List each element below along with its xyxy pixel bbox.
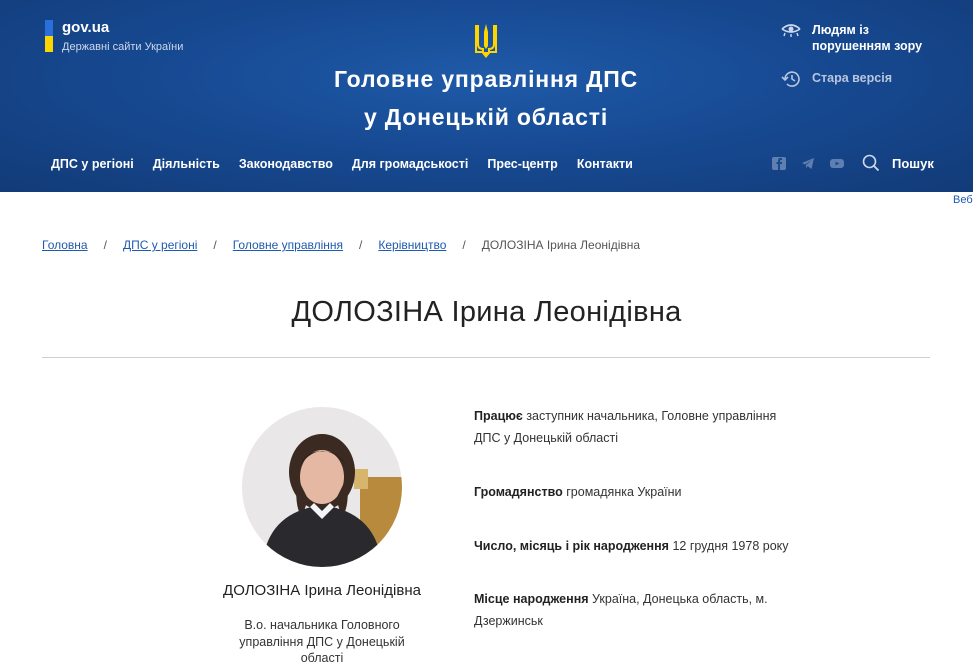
- detail-value: громадянка України: [566, 485, 682, 499]
- history-icon: [781, 71, 800, 87]
- organization-title-line2: у Донецькій області: [363, 104, 609, 130]
- ukraine-flag-icon: [45, 20, 53, 52]
- youtube-icon[interactable]: [830, 157, 844, 170]
- breadcrumb-dps-in-region[interactable]: ДПС у регіоні: [123, 238, 197, 252]
- breadcrumb-current: ДОЛОЗІНА Ірина Леонідівна: [481, 238, 641, 252]
- detail-citizenship: Громадянство громадянка України: [474, 481, 804, 503]
- accessibility-link[interactable]: Людям із порушенням зору: [780, 22, 960, 54]
- organization-title[interactable]: Головне управління ДПС у Донецькій облас…: [286, 60, 686, 136]
- facebook-icon[interactable]: [772, 157, 786, 170]
- detail-label: Працює: [474, 409, 523, 423]
- breadcrumb-home[interactable]: Головна: [42, 238, 88, 252]
- old-version-link-label: Стара версія: [812, 71, 892, 85]
- search-icon: [862, 154, 880, 172]
- eye-icon: [781, 24, 801, 37]
- person-photo: [242, 407, 402, 567]
- breadcrumb-separator: /: [462, 238, 466, 252]
- detail-label: Місце народження: [474, 592, 589, 606]
- social-links: [772, 157, 844, 170]
- detail-workplace: Працює заступник начальника, Головне упр…: [474, 405, 804, 449]
- page-title: ДОЛОЗІНА Ірина Леонідівна: [291, 296, 682, 328]
- gov-ua-title: gov.ua: [62, 19, 110, 36]
- breadcrumb-separator: /: [103, 238, 107, 252]
- site-header: gov.ua Державні сайти України Головне уп…: [0, 0, 973, 192]
- main-navigation: ДПС у регіоні Діяльність Законодавство Д…: [51, 157, 652, 171]
- edge-cut-link[interactable]: Веб: [953, 194, 973, 206]
- search-label: Пошук: [892, 155, 934, 171]
- search-button[interactable]: Пошук: [862, 154, 934, 172]
- detail-birth-date: Число, місяць і рік народження 12 грудня…: [474, 535, 804, 557]
- nav-item-dps-in-region[interactable]: ДПС у регіоні: [51, 157, 134, 171]
- gov-ua-logo[interactable]: gov.ua Державні сайти України: [45, 20, 183, 53]
- detail-label: Число, місяць і рік народження: [474, 539, 669, 553]
- breadcrumb-main-department[interactable]: Головне управління: [233, 238, 343, 252]
- accessibility-link-label: Людям із порушенням зору: [812, 23, 923, 53]
- nav-item-legislation[interactable]: Законодавство: [239, 157, 333, 171]
- gov-ua-subtitle: Державні сайти України: [62, 41, 184, 53]
- breadcrumb-separator: /: [213, 238, 217, 252]
- detail-label: Громадянство: [474, 485, 563, 499]
- breadcrumb: Головна / ДПС у регіоні / Головне управл…: [42, 238, 640, 252]
- breadcrumb-separator: /: [359, 238, 363, 252]
- breadcrumb-leadership[interactable]: Керівництво: [378, 238, 446, 252]
- nav-item-activity[interactable]: Діяльність: [153, 157, 220, 171]
- person-position: В.о. начальника Головного управління ДПС…: [239, 618, 405, 665]
- telegram-icon[interactable]: [801, 157, 815, 170]
- nav-item-for-public[interactable]: Для громадськості: [352, 157, 468, 171]
- title-divider: [42, 357, 930, 358]
- nav-item-contacts[interactable]: Контакти: [577, 157, 633, 171]
- detail-value: 12 грудня 1978 року: [672, 539, 789, 553]
- trident-emblem-icon[interactable]: [473, 22, 499, 60]
- nav-item-press-center[interactable]: Прес-центр: [487, 157, 557, 171]
- person-name: ДОЛОЗІНА Ірина Леонідівна: [223, 582, 421, 599]
- old-version-link[interactable]: Стара версія: [780, 70, 960, 88]
- detail-birth-place: Місце народження Україна, Донецька облас…: [474, 588, 804, 632]
- organization-title-line1: Головне управління ДПС: [333, 66, 639, 92]
